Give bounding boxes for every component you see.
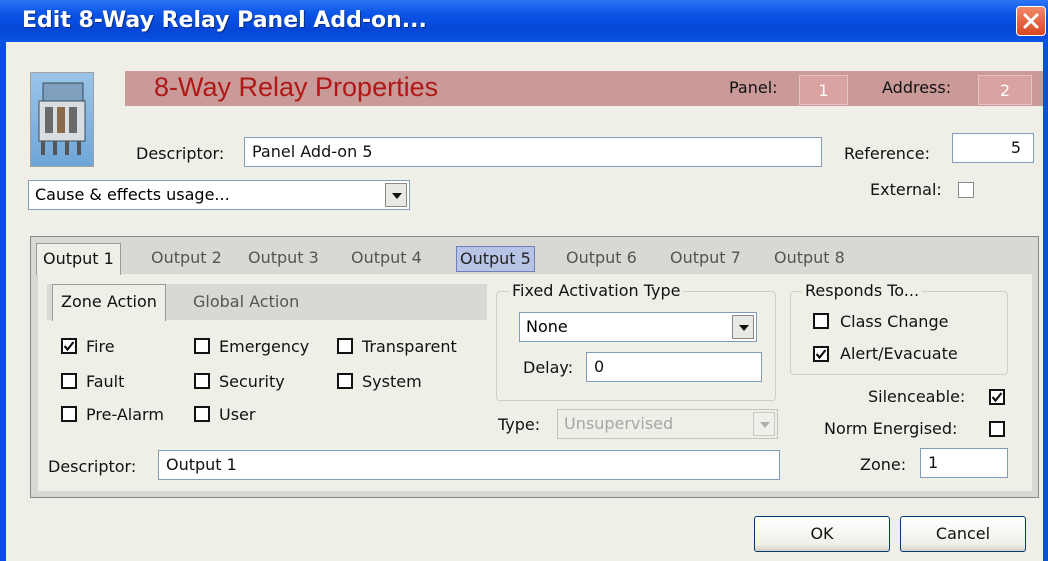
descriptor-label: Descriptor: [136,144,225,163]
dropdown-button[interactable] [385,183,407,207]
tab-output-6[interactable]: Output 6 [566,246,637,270]
window-title: Edit 8-Way Relay Panel Add-on... [22,8,427,33]
panel-label: Panel: [729,78,778,97]
norm-energised-label: Norm Energised: [824,419,958,438]
reference-field[interactable]: 5 [952,133,1034,163]
descriptor-field[interactable]: Panel Add-on 5 [244,137,822,167]
reference-label: Reference: [844,144,930,163]
title-bar[interactable]: Edit 8-Way Relay Panel Add-on... [0,0,1048,42]
fixed-activation-group [496,291,776,401]
fault-label: Fault [86,372,125,391]
fire-label: Fire [86,337,115,356]
class-change-label: Class Change [840,312,949,331]
pre-alarm-checkbox[interactable] [61,406,77,422]
cause-effects-dropdown[interactable]: Cause & effects usage... [28,180,410,210]
delay-label: Delay: [523,358,574,377]
emergency-label: Emergency [219,337,310,356]
address-value: 2 [978,75,1032,105]
activation-dropdown-button[interactable] [732,315,754,339]
user-label: User [219,405,256,424]
type-dropdown-button[interactable] [753,412,775,436]
dialog-window: Edit 8-Way Relay Panel Add-on... 8-Way R… [0,0,1048,561]
responds-to-title: Responds To... [802,281,923,300]
fault-checkbox[interactable] [61,373,77,389]
alert-evacuate-label: Alert/Evacuate [840,344,958,363]
system-checkbox[interactable] [337,373,353,389]
checkmark-icon [63,341,75,352]
cause-effects-value: Cause & effects usage... [35,185,230,204]
chevron-down-icon [392,193,402,199]
norm-energised-checkbox[interactable] [989,421,1005,437]
activation-type-dropdown[interactable]: None [519,312,757,342]
tab-output-1[interactable]: Output 1 [36,243,121,275]
checkmark-icon [815,349,827,360]
security-label: Security [219,372,285,391]
fire-checkbox[interactable] [61,338,77,354]
tab-output-8[interactable]: Output 8 [774,246,845,270]
close-button[interactable] [1016,6,1046,36]
fixed-activation-title: Fixed Activation Type [509,281,684,300]
panel-value: 1 [799,75,848,105]
emergency-checkbox[interactable] [194,338,210,354]
zone-field[interactable]: 1 [920,448,1008,478]
relay-image [30,72,94,167]
chevron-down-icon [739,325,749,331]
system-label: System [362,372,422,391]
type-label: Type: [498,415,541,434]
type-value: Unsupervised [564,414,674,433]
address-label: Address: [882,78,952,97]
alert-evacuate-checkbox[interactable] [813,346,829,362]
silenceable-label: Silenceable: [868,387,966,406]
delay-field[interactable]: 0 [586,352,762,382]
transparent-checkbox[interactable] [337,338,353,354]
close-icon [1023,13,1039,29]
pre-alarm-label: Pre-Alarm [86,405,164,424]
tab-output-2[interactable]: Output 2 [151,246,222,270]
output-descriptor-label: Descriptor: [48,457,137,476]
transparent-label: Transparent [362,337,457,356]
tab-output-4[interactable]: Output 4 [351,246,422,270]
type-dropdown[interactable]: Unsupervised [557,409,778,439]
user-checkbox[interactable] [194,406,210,422]
tab-zone-action[interactable]: Zone Action [52,284,166,321]
output-descriptor-field[interactable]: Output 1 [158,450,780,480]
zone-label: Zone: [860,455,907,474]
silenceable-checkbox[interactable] [989,389,1005,405]
external-checkbox[interactable] [958,182,974,198]
security-checkbox[interactable] [194,373,210,389]
external-label: External: [870,180,942,199]
checkmark-icon [991,392,1003,403]
tab-global-action[interactable]: Global Action [193,292,299,311]
ok-button[interactable]: OK [754,516,890,552]
tab-output-5[interactable]: Output 5 [456,246,535,272]
properties-title: 8-Way Relay Properties [154,72,439,102]
class-change-checkbox[interactable] [813,313,829,329]
chevron-down-icon [760,422,770,428]
cancel-button[interactable]: Cancel [900,516,1026,552]
dialog-client: 8-Way Relay Properties Panel: 1 Address:… [6,42,1043,561]
activation-type-value: None [526,317,568,336]
tab-output-7[interactable]: Output 7 [670,246,741,270]
tab-output-3[interactable]: Output 3 [248,246,319,270]
